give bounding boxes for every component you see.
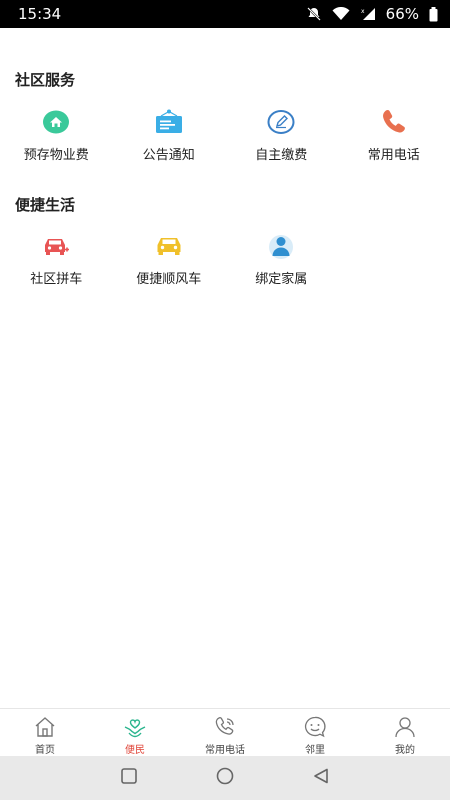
section-title-convenient-life: 便捷生活 [15, 196, 76, 214]
carpool-icon [42, 232, 70, 260]
status-time: 15:34 [18, 5, 62, 23]
tab-neighbors[interactable]: 邻里 [270, 709, 360, 756]
grid-label: 绑定家属 [255, 272, 308, 287]
signal-icon: x [360, 7, 376, 21]
tab-label: 便民 [125, 745, 145, 756]
convenient-life-grid: 社区拼车 便捷顺风车 绑定家属 [0, 232, 450, 287]
community-service-grid: 预存物业费 公告通知 自主缴费 常用电话 [0, 108, 450, 163]
svg-text:x: x [361, 8, 365, 15]
triangle-back-icon [312, 767, 330, 789]
grid-label: 公告通知 [142, 148, 195, 163]
wifi-icon [332, 7, 350, 21]
bind-family-item[interactable]: 绑定家属 [225, 232, 338, 287]
tab-convenience[interactable]: 便民 [90, 709, 180, 756]
tab-label: 常用电话 [205, 745, 245, 756]
status-icons: x 66% [306, 5, 438, 23]
home-outline-icon [33, 715, 57, 739]
hitch-ride-item[interactable]: 便捷顺风车 [113, 232, 226, 287]
mute-notification-icon [306, 6, 322, 22]
circle-icon [215, 766, 235, 790]
system-nav-bar [0, 756, 450, 800]
phone-outline-icon [213, 715, 237, 739]
smile-icon [303, 715, 327, 739]
tab-home[interactable]: 首页 [0, 709, 90, 756]
bottom-tab-bar: 首页 便民 常用电话 邻里 我的 [0, 708, 450, 756]
tab-label: 我的 [395, 745, 415, 756]
heart-hand-icon [123, 715, 147, 739]
battery-percent: 66% [385, 5, 419, 23]
section-title-community-service: 社区服务 [15, 71, 76, 89]
back-button[interactable] [309, 766, 333, 790]
family-icon [267, 232, 295, 260]
grid-label: 预存物业费 [23, 148, 89, 163]
grid-label: 自主缴费 [255, 148, 308, 163]
tab-mine[interactable]: 我的 [360, 709, 450, 756]
notice-item[interactable]: 公告通知 [113, 108, 226, 163]
person-icon [393, 715, 417, 739]
grid-label: 社区拼车 [30, 272, 83, 287]
phone-icon [380, 108, 408, 136]
home-button[interactable] [213, 766, 237, 790]
common-phone-item[interactable]: 常用电话 [338, 108, 450, 163]
grid-label: 常用电话 [367, 148, 420, 163]
prepay-property-fee-item[interactable]: 预存物业费 [0, 108, 113, 163]
grid-label: 便捷顺风车 [136, 272, 202, 287]
main-content: 社区服务 预存物业费 公告通知 自主缴费 常用电话 便捷生活 社区拼车 便捷顺风… [0, 28, 450, 708]
tab-common-phone[interactable]: 常用电话 [180, 709, 270, 756]
status-bar: 15:34 x 66% [0, 0, 450, 28]
self-payment-item[interactable]: 自主缴费 [225, 108, 338, 163]
battery-icon [429, 6, 438, 22]
tab-label: 邻里 [305, 745, 325, 756]
recents-button[interactable] [117, 766, 141, 790]
square-icon [120, 767, 138, 789]
edit-pen-icon [267, 108, 295, 136]
community-carpool-item[interactable]: 社区拼车 [0, 232, 113, 287]
car-icon [155, 232, 183, 260]
home-icon [42, 108, 70, 136]
tab-label: 首页 [35, 745, 55, 756]
notice-board-icon [155, 108, 183, 136]
